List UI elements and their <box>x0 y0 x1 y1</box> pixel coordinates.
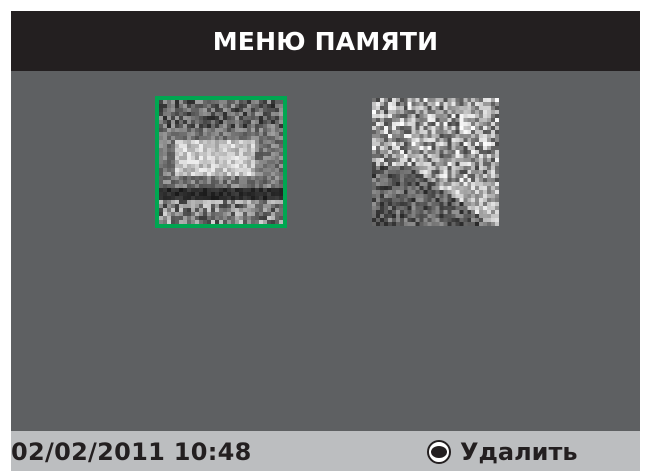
thumbnail-grid <box>11 71 640 431</box>
thumbnail-image <box>159 100 283 224</box>
delete-label: Удалить <box>460 438 578 466</box>
memory-thumbnail-2[interactable] <box>372 98 499 226</box>
thumbnail-image <box>372 98 499 226</box>
eye-icon <box>427 440 451 464</box>
date-time: 02/02/2011 10:48 <box>11 438 252 466</box>
header-bar: МЕНЮ ПАМЯТИ <box>11 11 640 71</box>
memory-menu-screen: МЕНЮ ПАМЯТИ 02/02/2011 10:48 Удалить <box>11 11 640 471</box>
memory-thumbnail-1-selected[interactable] <box>155 96 287 228</box>
menu-title: МЕНЮ ПАМЯТИ <box>212 26 439 56</box>
delete-button[interactable]: Удалить <box>424 438 578 466</box>
status-bar: 02/02/2011 10:48 Удалить <box>11 431 640 471</box>
